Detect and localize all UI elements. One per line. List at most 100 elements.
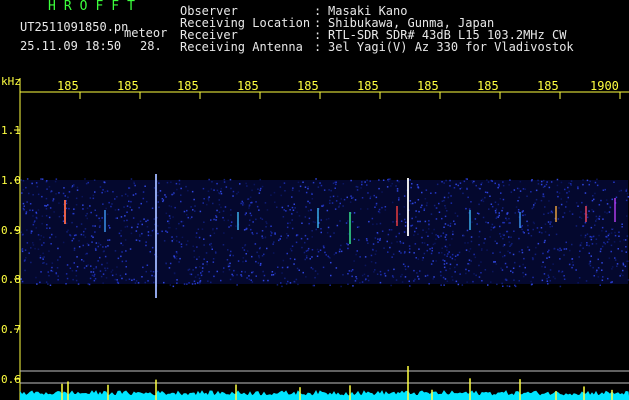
noise-speck [542,186,545,188]
noise-speck [116,266,118,268]
noise-speck [500,192,502,194]
noise-speck [272,252,275,254]
noise-speck [460,187,463,189]
noise-speck [348,270,351,272]
noise-speck [223,178,226,181]
noise-speck [176,279,178,281]
noise-speck [175,227,178,230]
noise-speck [327,255,329,258]
noise-speck [492,270,494,273]
noise-speck [340,244,342,247]
noise-speck [478,244,480,246]
noise-speck [305,191,308,194]
noise-speck [447,224,449,226]
noise-speck [82,244,84,247]
noise-speck [125,250,127,252]
noise-speck [304,258,306,261]
noise-speck [608,238,610,241]
noise-speck [524,266,526,269]
noise-speck [498,214,500,217]
noise-speck [181,236,184,239]
noise-speck [145,220,147,223]
noise-speck [77,283,80,285]
noise-speck [471,180,473,182]
noise-speck [449,256,452,258]
noise-speck [37,248,40,250]
noise-speck [559,285,562,288]
noise-speck [178,183,181,185]
noise-speck [168,267,171,269]
noise-speck [403,195,406,197]
noise-speck [541,232,543,234]
noise-speck [92,236,94,238]
noise-speck [425,189,428,191]
noise-speck [510,244,512,246]
noise-speck [150,270,152,272]
noise-speck [273,241,275,243]
noise-speck [180,194,182,196]
noise-speck [82,260,85,262]
noise-speck [224,206,227,208]
noise-speck [307,187,309,190]
noise-speck [381,230,384,232]
noise-speck [617,248,619,250]
noise-speck [22,233,24,236]
noise-speck [130,178,133,180]
noise-speck [433,204,436,207]
noise-speck [537,179,539,182]
noise-speck [534,202,536,204]
noise-speck [286,266,289,269]
noise-speck [449,185,451,187]
noise-speck [35,276,37,279]
noise-speck [255,260,257,263]
noise-speck [48,186,51,188]
noise-speck [35,182,38,184]
noise-speck [87,264,89,266]
noise-speck [442,259,444,261]
noise-speck [329,196,332,198]
noise-speck [291,206,294,209]
noise-speck [241,270,243,273]
noise-speck [510,191,513,193]
noise-speck [76,256,78,258]
noise-speck [218,211,221,213]
noise-speck [404,268,407,271]
noise-speck [470,240,473,243]
noise-speck [25,186,27,189]
noise-speck [121,260,124,263]
noise-speck [210,219,212,221]
noise-speck [559,247,561,250]
noise-speck [549,223,551,225]
noise-speck [29,203,32,205]
noise-speck [92,197,95,200]
noise-speck [373,271,375,273]
noise-speck [618,235,620,237]
noise-speck [615,196,618,199]
noise-speck [435,238,437,240]
noise-speck [312,268,314,270]
noise-speck [590,236,593,238]
noise-speck [353,238,356,240]
noise-speck [76,225,78,228]
noise-speck [281,266,284,269]
noise-speck [158,182,160,184]
noise-speck [589,262,591,264]
noise-speck [106,262,108,264]
noise-speck [123,220,125,222]
noise-speck [484,196,486,199]
noise-speck [475,274,477,277]
noise-speck [73,249,76,251]
noise-speck [455,280,458,283]
noise-speck [585,280,588,282]
noise-speck [451,238,453,240]
noise-speck [63,187,65,189]
noise-speck [223,219,225,222]
noise-speck [480,183,482,186]
noise-speck [372,249,374,251]
noise-speck [222,210,225,212]
noise-speck [444,205,446,207]
noise-speck [126,205,129,207]
noise-speck [545,183,548,186]
noise-speck [531,179,533,181]
noise-speck [591,209,593,211]
